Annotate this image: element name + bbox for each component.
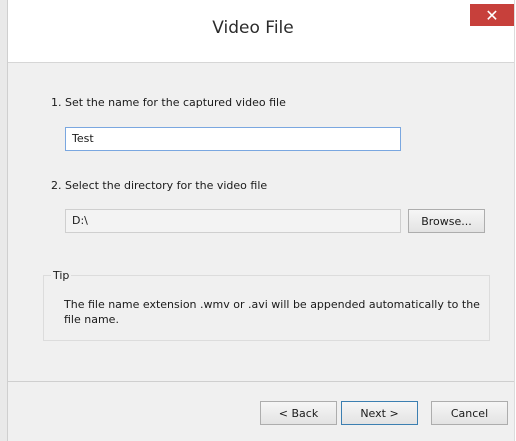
close-icon: ✕ (485, 5, 499, 25)
directory-field[interactable]: D:\ (65, 209, 401, 233)
background-window-edge (0, 0, 8, 441)
browse-button[interactable]: Browse... (408, 209, 485, 233)
step2-label: 2. Select the directory for the video fi… (51, 179, 268, 192)
step1-label: 1. Set the name for the captured video f… (51, 96, 286, 109)
next-button[interactable]: Next > (341, 401, 418, 425)
cancel-button[interactable]: Cancel (431, 401, 508, 425)
title-bar[interactable]: Video File ✕ (8, 0, 514, 63)
tip-title: Tip (51, 269, 72, 282)
file-name-input[interactable]: Test (65, 127, 401, 151)
dialog-title: Video File (212, 18, 294, 38)
video-file-dialog: Video File ✕ 1. Set the name for the cap… (8, 0, 515, 441)
separator (8, 381, 514, 382)
tip-text: The file name extension .wmv or .avi wil… (64, 298, 480, 326)
close-button[interactable]: ✕ (470, 4, 514, 26)
tip-group: Tip The file name extension .wmv or .avi… (43, 269, 490, 341)
back-button[interactable]: < Back (260, 401, 337, 425)
